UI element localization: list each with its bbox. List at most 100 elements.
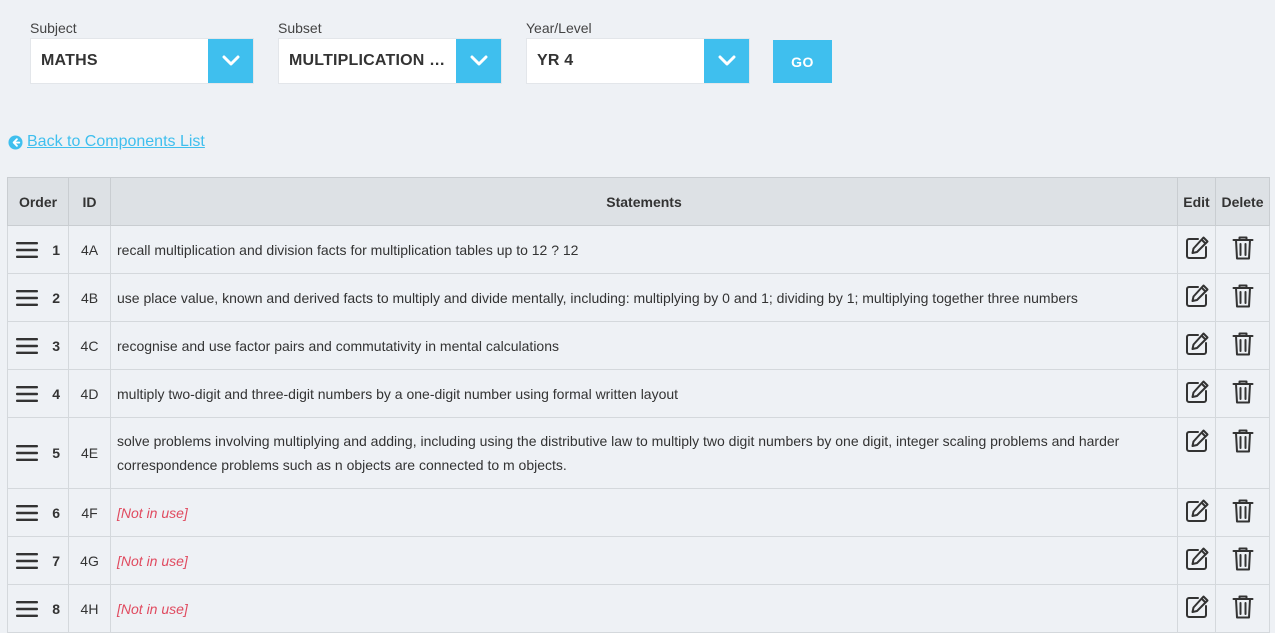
drag-handle-icon — [16, 504, 38, 521]
id-cell: 4H — [68, 584, 111, 633]
trash-icon — [1232, 595, 1253, 619]
drag-handle[interactable] — [16, 504, 38, 522]
delete-button[interactable] — [1232, 331, 1254, 357]
delete-button[interactable] — [1232, 379, 1254, 405]
table-header-row: Order ID Statements Edit Delete — [7, 177, 1270, 226]
trash-icon — [1232, 332, 1253, 356]
year-label: Year/Level — [526, 20, 592, 36]
order-number: 7 — [52, 552, 60, 569]
delete-cell — [1215, 417, 1270, 489]
edit-icon — [1185, 499, 1208, 522]
order-cell: 5 — [7, 417, 69, 489]
drag-handle-icon — [16, 241, 38, 258]
header-id: ID — [68, 177, 111, 226]
edit-icon — [1185, 547, 1208, 570]
subject-select[interactable]: MATHS — [30, 38, 254, 84]
drag-handle[interactable] — [16, 552, 38, 570]
subject-label: Subject — [30, 20, 77, 36]
edit-cell — [1177, 225, 1216, 274]
drag-handle-icon — [16, 445, 38, 461]
table-row: 7 4G [Not in use] — [7, 536, 1270, 585]
edit-button[interactable] — [1184, 235, 1210, 261]
drag-handle-icon — [16, 600, 38, 617]
edit-cell — [1177, 273, 1216, 322]
edit-button[interactable] — [1184, 498, 1210, 524]
table-row: 8 4H [Not in use] — [7, 584, 1270, 633]
id-cell: 4E — [68, 417, 111, 489]
edit-button[interactable] — [1184, 283, 1210, 309]
delete-button[interactable] — [1232, 498, 1254, 524]
subset-select[interactable]: MULTIPLICATION & D... — [278, 38, 502, 84]
trash-icon — [1232, 284, 1253, 308]
subject-dropdown-button[interactable] — [208, 39, 253, 83]
edit-cell — [1177, 369, 1216, 418]
delete-button[interactable] — [1232, 283, 1254, 309]
drag-handle-icon — [16, 337, 38, 354]
edit-button[interactable] — [1184, 331, 1210, 357]
edit-button[interactable] — [1184, 546, 1210, 572]
delete-button[interactable] — [1232, 546, 1254, 572]
order-cell: 7 — [7, 536, 69, 585]
statement-cell: [Not in use] — [110, 536, 1178, 585]
table-row: 3 4C recognise and use factor pairs and co… — [7, 321, 1270, 370]
delete-button[interactable] — [1232, 594, 1254, 620]
header-statements: Statements — [110, 177, 1178, 226]
id-cell: 4G — [68, 536, 111, 585]
year-select[interactable]: YR 4 — [526, 38, 750, 84]
delete-button[interactable] — [1232, 235, 1254, 261]
order-cell: 6 — [7, 488, 69, 537]
statement-cell: [Not in use] — [110, 584, 1178, 633]
edit-cell — [1177, 321, 1216, 370]
id-cell: 4F — [68, 488, 111, 537]
year-dropdown-button[interactable] — [704, 39, 749, 83]
year-filter: Year/Level YR 4 — [526, 18, 750, 84]
edit-button[interactable] — [1184, 428, 1210, 454]
chevron-down-icon — [470, 55, 487, 66]
components-table: Order ID Statements Edit Delete 1 4A recal… — [7, 177, 1270, 633]
delete-cell — [1215, 225, 1270, 274]
order-number: 6 — [52, 504, 60, 521]
edit-icon — [1185, 332, 1208, 355]
table-row: 6 4F [Not in use] — [7, 488, 1270, 537]
drag-handle[interactable] — [16, 289, 38, 307]
drag-handle[interactable] — [16, 444, 38, 462]
chevron-down-icon — [718, 55, 735, 66]
delete-button[interactable] — [1232, 428, 1254, 454]
filter-bar: Subject MATHS Subset MULTIPLICATION & D.… — [30, 18, 832, 84]
year-value: YR 4 — [537, 52, 574, 69]
go-button[interactable]: GO — [773, 40, 832, 83]
id-cell: 4D — [68, 369, 111, 418]
subset-value: MULTIPLICATION & D... — [289, 52, 456, 69]
statement-cell: [Not in use] — [110, 488, 1178, 537]
edit-icon — [1185, 429, 1208, 452]
header-order: Order — [7, 177, 69, 226]
statement-cell: recall multiplication and division facts… — [110, 225, 1178, 274]
subject-filter: Subject MATHS — [30, 18, 254, 84]
drag-handle[interactable] — [16, 241, 38, 259]
edit-button[interactable] — [1184, 379, 1210, 405]
drag-handle[interactable] — [16, 385, 38, 403]
back-to-components-link[interactable]: Back to Components List — [8, 133, 205, 151]
edit-cell — [1177, 488, 1216, 537]
statement-cell: solve problems involving multiplying and… — [110, 417, 1178, 489]
order-cell: 4 — [7, 369, 69, 418]
trash-icon — [1232, 429, 1253, 453]
trash-icon — [1232, 236, 1253, 260]
subject-value: MATHS — [41, 52, 98, 69]
subset-dropdown-button[interactable] — [456, 39, 501, 83]
edit-button[interactable] — [1184, 594, 1210, 620]
drag-handle[interactable] — [16, 600, 38, 618]
delete-cell — [1215, 584, 1270, 633]
trash-icon — [1232, 499, 1253, 523]
delete-cell — [1215, 536, 1270, 585]
header-delete: Delete — [1215, 177, 1270, 226]
edit-cell — [1177, 417, 1216, 489]
table-row: 2 4B use place value, known and derived fa… — [7, 273, 1270, 322]
table-row: 1 4A recall multiplication and division fa… — [7, 225, 1270, 274]
delete-cell — [1215, 369, 1270, 418]
order-number: 1 — [52, 241, 60, 258]
subset-label: Subset — [278, 20, 322, 36]
chevron-down-icon — [222, 55, 239, 66]
statement-cell: multiply two-digit and three-digit numbe… — [110, 369, 1178, 418]
drag-handle[interactable] — [16, 337, 38, 355]
